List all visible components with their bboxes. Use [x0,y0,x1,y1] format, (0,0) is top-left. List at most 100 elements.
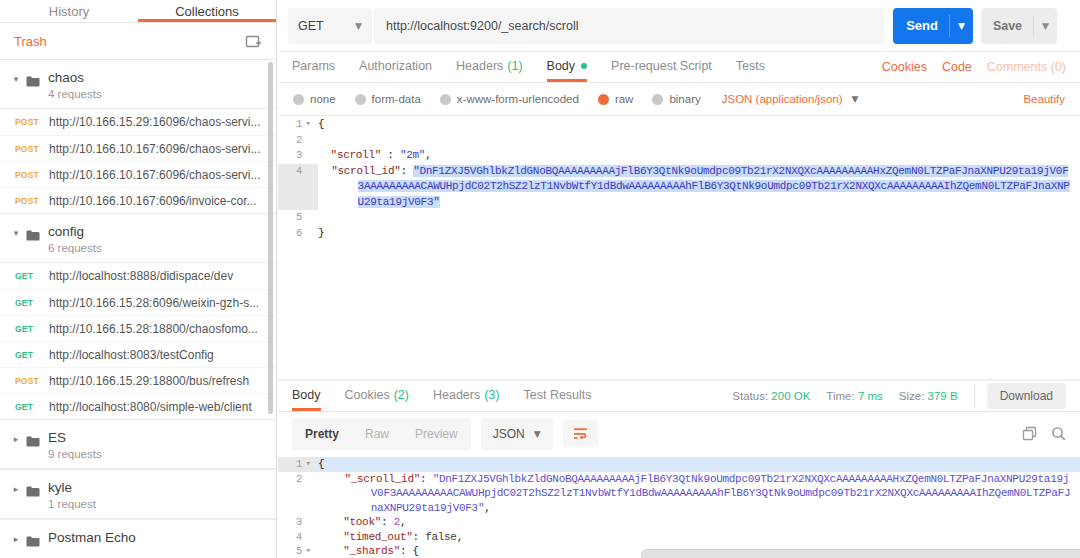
collection-header[interactable]: ▾config6 requests [0,213,276,263]
sidebar-tab-history[interactable]: History [0,0,138,22]
meta-value: 7 ms [858,390,883,402]
content-type-dropdown[interactable]: JSON (application/json)▼ [722,93,859,105]
collection-info: kyle1 request [48,480,96,510]
link-comments-[interactable]: Comments (0) [987,60,1066,74]
fold-arrow-icon[interactable]: ▾ [302,117,314,133]
send-button[interactable]: Send ▼ [893,8,973,44]
collection-header[interactable]: ▸ kyle1 request [0,469,276,519]
link-code[interactable]: Code [942,60,972,74]
tab-label: Pre-request Script [611,59,712,73]
beautify-link[interactable]: Beautify [1023,93,1065,105]
request-item[interactable]: POSThttp://10.166.10.167:6096/invoice-co… [0,187,276,213]
save-button[interactable]: Save ▼ [981,8,1057,44]
response-tab-headers[interactable]: Headers(3) [433,381,500,411]
body-type-x-www-form-urlencoded[interactable]: x-www-form-urlencoded [440,93,579,105]
url-input[interactable]: http://localhost:9200/_search/scroll [374,8,884,44]
tab-count: (1) [507,59,522,73]
code-token: "_scroll_id" [344,473,420,485]
line-gutter: 5 [278,210,318,226]
tab-authorization[interactable]: Authorization [359,52,432,82]
wrap-lines-icon [573,427,588,440]
chevron-down-icon[interactable]: ▾ [8,70,24,100]
chevron-right-icon[interactable]: ▸ [8,430,24,460]
tab-pre-request-script[interactable]: Pre-request Script [611,52,712,82]
search-icon[interactable] [1051,426,1066,441]
view-preview[interactable]: Preview [402,418,471,450]
body-type-form-data[interactable]: form-data [355,93,421,105]
tab-label: Authorization [359,59,432,73]
request-item[interactable]: POSThttp://10.166.15.29:16096/chaos-serv… [0,109,276,135]
request-method-label: POST [15,170,49,180]
body-type-binary[interactable]: binary [652,93,700,105]
send-options-icon[interactable]: ▼ [949,15,973,37]
code-content: } [318,226,1080,242]
response-body-viewer[interactable]: 1▾{2"_scroll_id": "DnF1ZXJ5VGhlbkZldGNoB… [278,455,1080,558]
link-cookies[interactable]: Cookies [882,60,927,74]
chevron-right-icon[interactable]: ▸ [8,530,24,551]
chevron-right-icon[interactable]: ▸ [8,480,24,510]
fold-arrow-icon[interactable]: ▾ [302,457,314,472]
trash-link[interactable]: Trash [14,34,47,49]
code-content: { [318,457,1080,472]
request-body-editor[interactable]: 1▾{23 "scroll" : "2m",4"scroll_id": "DnF… [278,116,1080,379]
code-token: } [318,227,324,239]
save-options-icon[interactable]: ▼ [1033,15,1057,37]
fold-arrow-icon[interactable]: ▾ [302,544,314,558]
sidebar-tab-collections[interactable]: Collections [138,0,276,22]
response-tab-cookies[interactable]: Cookies(2) [345,381,409,411]
meta-status: Status: 200 OK [732,390,810,402]
new-folder-icon[interactable] [245,34,262,49]
response-tab-test-results[interactable]: Test Results [523,381,591,411]
view-pretty[interactable]: Pretty [292,418,352,450]
radio-icon [293,94,304,105]
code-token: { [318,118,324,130]
request-url-label: http://10.166.15.28:6096/weixin-gzh-s... [49,296,259,310]
collection-name: kyle [48,480,96,495]
tab-label: Headers [433,388,480,402]
request-item[interactable]: POSThttp://10.166.10.167:6096/chaos-serv… [0,161,276,187]
method-dropdown[interactable]: GET ▼ [288,8,372,44]
radio-label: x-www-form-urlencoded [457,93,579,105]
line-gutter: 2 [278,133,318,149]
code-line: 4"scroll_id": "DnF1ZXJ5VGhlbkZldGNoBQAAA… [278,164,1080,211]
copy-icon[interactable] [1022,426,1037,441]
wrap-lines-button[interactable] [563,420,598,447]
tab-tests[interactable]: Tests [736,52,765,82]
code-content: "scroll" : "2m", [318,148,1080,164]
horizontal-scrollbar[interactable] [641,549,1080,558]
request-item[interactable]: GEThttp://localhost:8083/testConfig [0,341,276,367]
body-type-none[interactable]: none [293,93,336,105]
body-type-raw[interactable]: raw [598,93,634,105]
tab-label: Headers [456,59,503,73]
tab-params[interactable]: Params [292,52,335,82]
request-item[interactable]: GEThttp://10.166.15.28:18800/chaosfomo..… [0,315,276,341]
tab-body[interactable]: Body [547,52,588,82]
content-type-value: JSON (application/json) [722,93,843,105]
code-content: { [318,117,1080,133]
request-item[interactable]: POSThttp://10.166.10.167:6096/chaos-serv… [0,135,276,161]
sidebar-scrollbar[interactable] [268,62,273,414]
request-item[interactable]: GEThttp://10.166.15.28:6096/weixin-gzh-s… [0,289,276,315]
collection-header[interactable]: ▾chaos4 requests [0,60,276,109]
request-item[interactable]: GEThttp://localhost:8080/simple-web/clie… [0,393,276,419]
code-token: "scroll_id" [331,165,400,177]
code-token: "took" [343,516,381,528]
code-token: "2m" [400,149,425,161]
collection-count: 4 requests [48,88,102,100]
line-number: 2 [278,472,302,487]
line-number: 1 [278,457,302,472]
collection-header[interactable]: ▸Postman Echo [0,519,276,558]
tab-headers[interactable]: Headers (1) [456,52,523,82]
collection-header[interactable]: ▸ES9 requests [0,419,276,469]
request-item[interactable]: GEThttp://localhost:8888/didispace/dev [0,263,276,289]
response-view-switch: PrettyRawPreview [292,418,471,450]
code-content: "timed_out": false, [318,530,1080,545]
request-item[interactable]: POSThttp://10.166.15.29:18800/bus/refres… [0,367,276,393]
response-format-dropdown[interactable]: JSON ▼ [481,418,553,450]
code-line: 1▾ { [278,457,1080,472]
chevron-down-icon[interactable]: ▾ [8,224,24,254]
view-raw[interactable]: Raw [352,418,402,450]
download-button[interactable]: Download [987,383,1066,409]
response-tab-body[interactable]: Body [292,381,321,411]
request-url-label: http://10.166.10.167:6096/invoice-cor... [49,194,256,208]
